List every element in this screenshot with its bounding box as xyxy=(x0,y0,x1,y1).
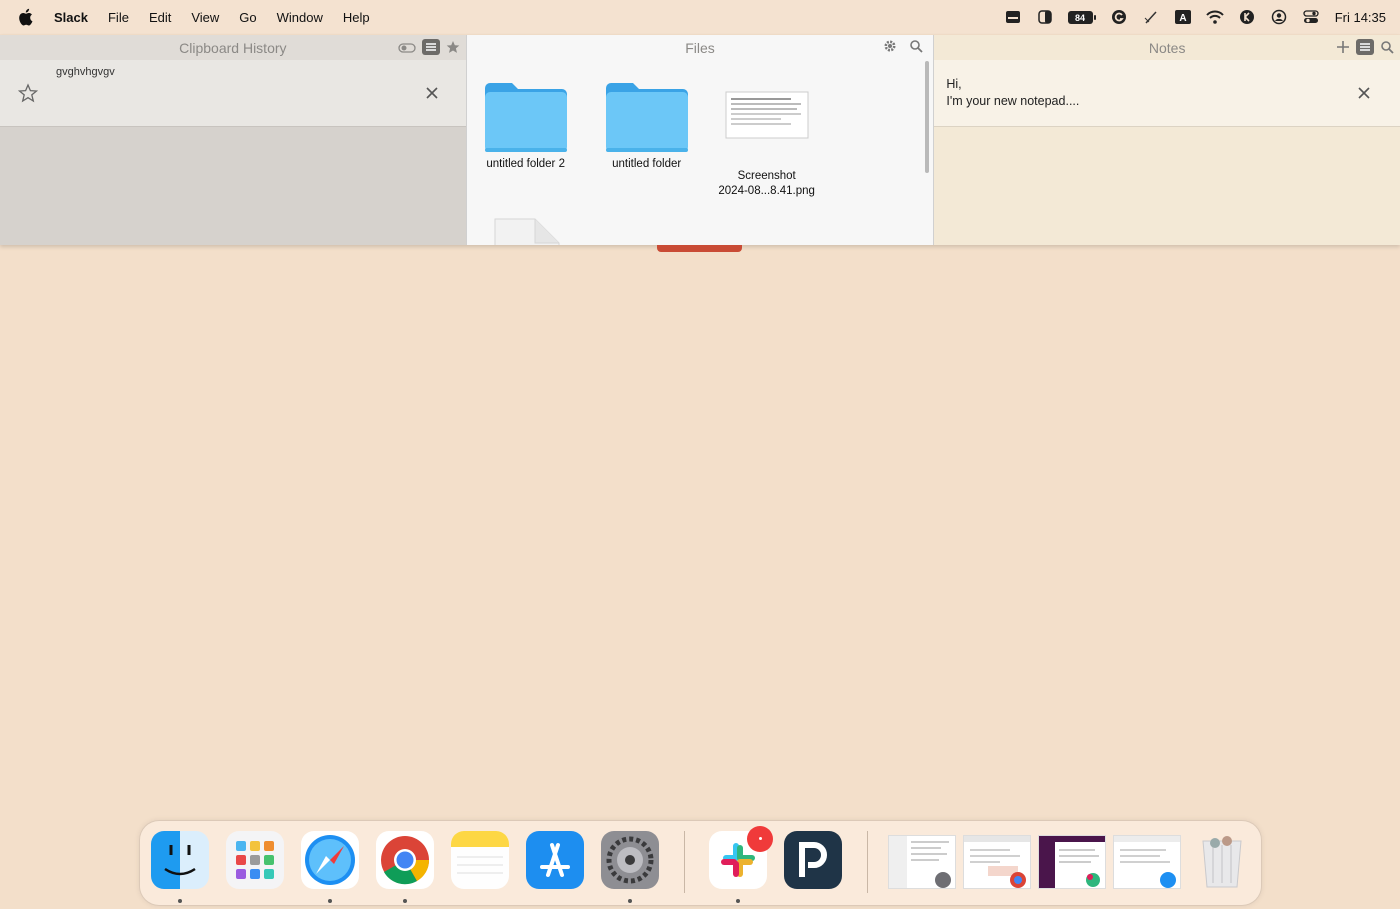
clipboard-title: Clipboard History xyxy=(179,39,287,56)
running-indicator xyxy=(736,899,740,903)
apple-menu-icon[interactable] xyxy=(16,8,34,26)
app-store-icon[interactable] xyxy=(526,831,584,889)
files-title: Files xyxy=(685,39,715,56)
shelf-handle[interactable] xyxy=(657,245,742,252)
dock-separator xyxy=(684,831,685,893)
minimized-window-settings[interactable] xyxy=(888,835,956,889)
launchpad-icon[interactable] xyxy=(226,831,284,889)
search-icon[interactable] xyxy=(1380,40,1394,57)
star-outline-icon[interactable] xyxy=(17,83,39,108)
grammarly-icon[interactable] xyxy=(1103,0,1135,34)
note-line-2: I'm your new notepad.... xyxy=(946,94,1080,108)
safari-icon[interactable] xyxy=(301,831,359,889)
file-name-line1: Screenshot xyxy=(737,170,796,182)
file-item-folder-2[interactable]: untitled folder 2 xyxy=(471,80,581,172)
minimized-window-safari[interactable] xyxy=(1113,835,1181,889)
clipboard-history-panel: Clipboard History gvghvhgvgv xyxy=(0,35,466,245)
chrome-icon[interactable] xyxy=(376,831,434,889)
battery-level: 84 xyxy=(1075,13,1085,23)
note-entry[interactable]: Hi, I'm your new notepad.... xyxy=(934,60,1400,127)
minimized-window-slack[interactable] xyxy=(1038,835,1106,889)
notes-panel: Notes Hi, I'm your new notepad.... xyxy=(934,35,1400,245)
close-icon[interactable] xyxy=(424,85,440,106)
control-center-icon[interactable] xyxy=(1295,0,1327,34)
gear-icon[interactable] xyxy=(883,39,897,56)
svg-text:A: A xyxy=(1179,13,1186,24)
menu-edit[interactable]: Edit xyxy=(139,10,181,25)
wifi-icon[interactable] xyxy=(1199,0,1231,34)
image-thumbnail-icon xyxy=(725,91,809,149)
file-name: untitled folder 2 xyxy=(486,158,565,170)
trash-icon[interactable] xyxy=(1193,831,1251,889)
system-settings-icon[interactable] xyxy=(601,831,659,889)
battery-icon[interactable]: 84 xyxy=(1061,0,1103,34)
menu-go[interactable]: Go xyxy=(229,10,266,25)
menu-window[interactable]: Window xyxy=(267,10,333,25)
list-menu-icon[interactable] xyxy=(1356,39,1375,58)
toggle-icon[interactable] xyxy=(398,41,416,57)
notification-badge xyxy=(747,826,773,852)
menu-help[interactable]: Help xyxy=(333,10,380,25)
file-item-folder[interactable]: untitled folder xyxy=(592,80,702,172)
close-icon[interactable] xyxy=(1356,85,1372,106)
clipboard-entry[interactable]: gvghvhgvgv xyxy=(0,60,466,127)
menu-view[interactable]: View xyxy=(181,10,229,25)
add-icon[interactable] xyxy=(1336,40,1350,57)
clipboard-entry-text: gvghvhgvgv xyxy=(56,66,115,78)
running-indicator xyxy=(328,899,332,903)
text-input-icon[interactable]: A xyxy=(1167,0,1199,34)
k-icon[interactable] xyxy=(1231,0,1263,34)
running-indicator xyxy=(628,899,632,903)
contrast-icon[interactable] xyxy=(1029,0,1061,34)
running-indicator xyxy=(178,899,182,903)
list-menu-icon[interactable] xyxy=(421,39,440,58)
search-icon[interactable] xyxy=(909,39,923,56)
menu-clock[interactable]: Fri 14:35 xyxy=(1335,10,1386,25)
folder-icon xyxy=(483,83,569,157)
minimized-window-chrome[interactable] xyxy=(963,835,1031,889)
menu-app-name[interactable]: Slack xyxy=(48,10,98,25)
user-icon[interactable] xyxy=(1263,0,1295,34)
pastebot-icon[interactable] xyxy=(784,831,842,889)
dock xyxy=(139,820,1262,906)
shelf-panels: Clipboard History gvghvhgvgv Files untit… xyxy=(0,35,1400,245)
document-icon[interactable] xyxy=(493,215,561,245)
notes-title: Notes xyxy=(1148,39,1186,56)
files-panel: Files untitled folder 2 untitled folder xyxy=(465,35,935,245)
notes-app-icon[interactable] xyxy=(451,831,509,889)
notes-header: Notes xyxy=(934,35,1400,60)
files-header: Files xyxy=(466,35,934,60)
file-name: untitled folder xyxy=(612,158,682,170)
folder-icon xyxy=(604,83,690,157)
printer-icon[interactable] xyxy=(997,0,1029,34)
pen-icon[interactable] xyxy=(1135,0,1167,34)
menu-bar: Slack File Edit View Go Window Help 84 A xyxy=(0,0,1400,34)
dock-separator xyxy=(867,831,868,893)
file-item-screenshot[interactable]: Screenshot 2024-08...8.41.png xyxy=(712,90,822,199)
finder-icon[interactable] xyxy=(151,831,209,889)
favorites-star-icon[interactable] xyxy=(446,40,460,57)
running-indicator xyxy=(403,899,407,903)
menu-file[interactable]: File xyxy=(98,10,139,25)
clipboard-header: Clipboard History xyxy=(0,35,466,60)
file-name-line2: 2024-08...8.41.png xyxy=(718,185,815,197)
note-line-1: Hi, xyxy=(946,77,962,91)
files-scrollbar[interactable] xyxy=(925,61,930,173)
